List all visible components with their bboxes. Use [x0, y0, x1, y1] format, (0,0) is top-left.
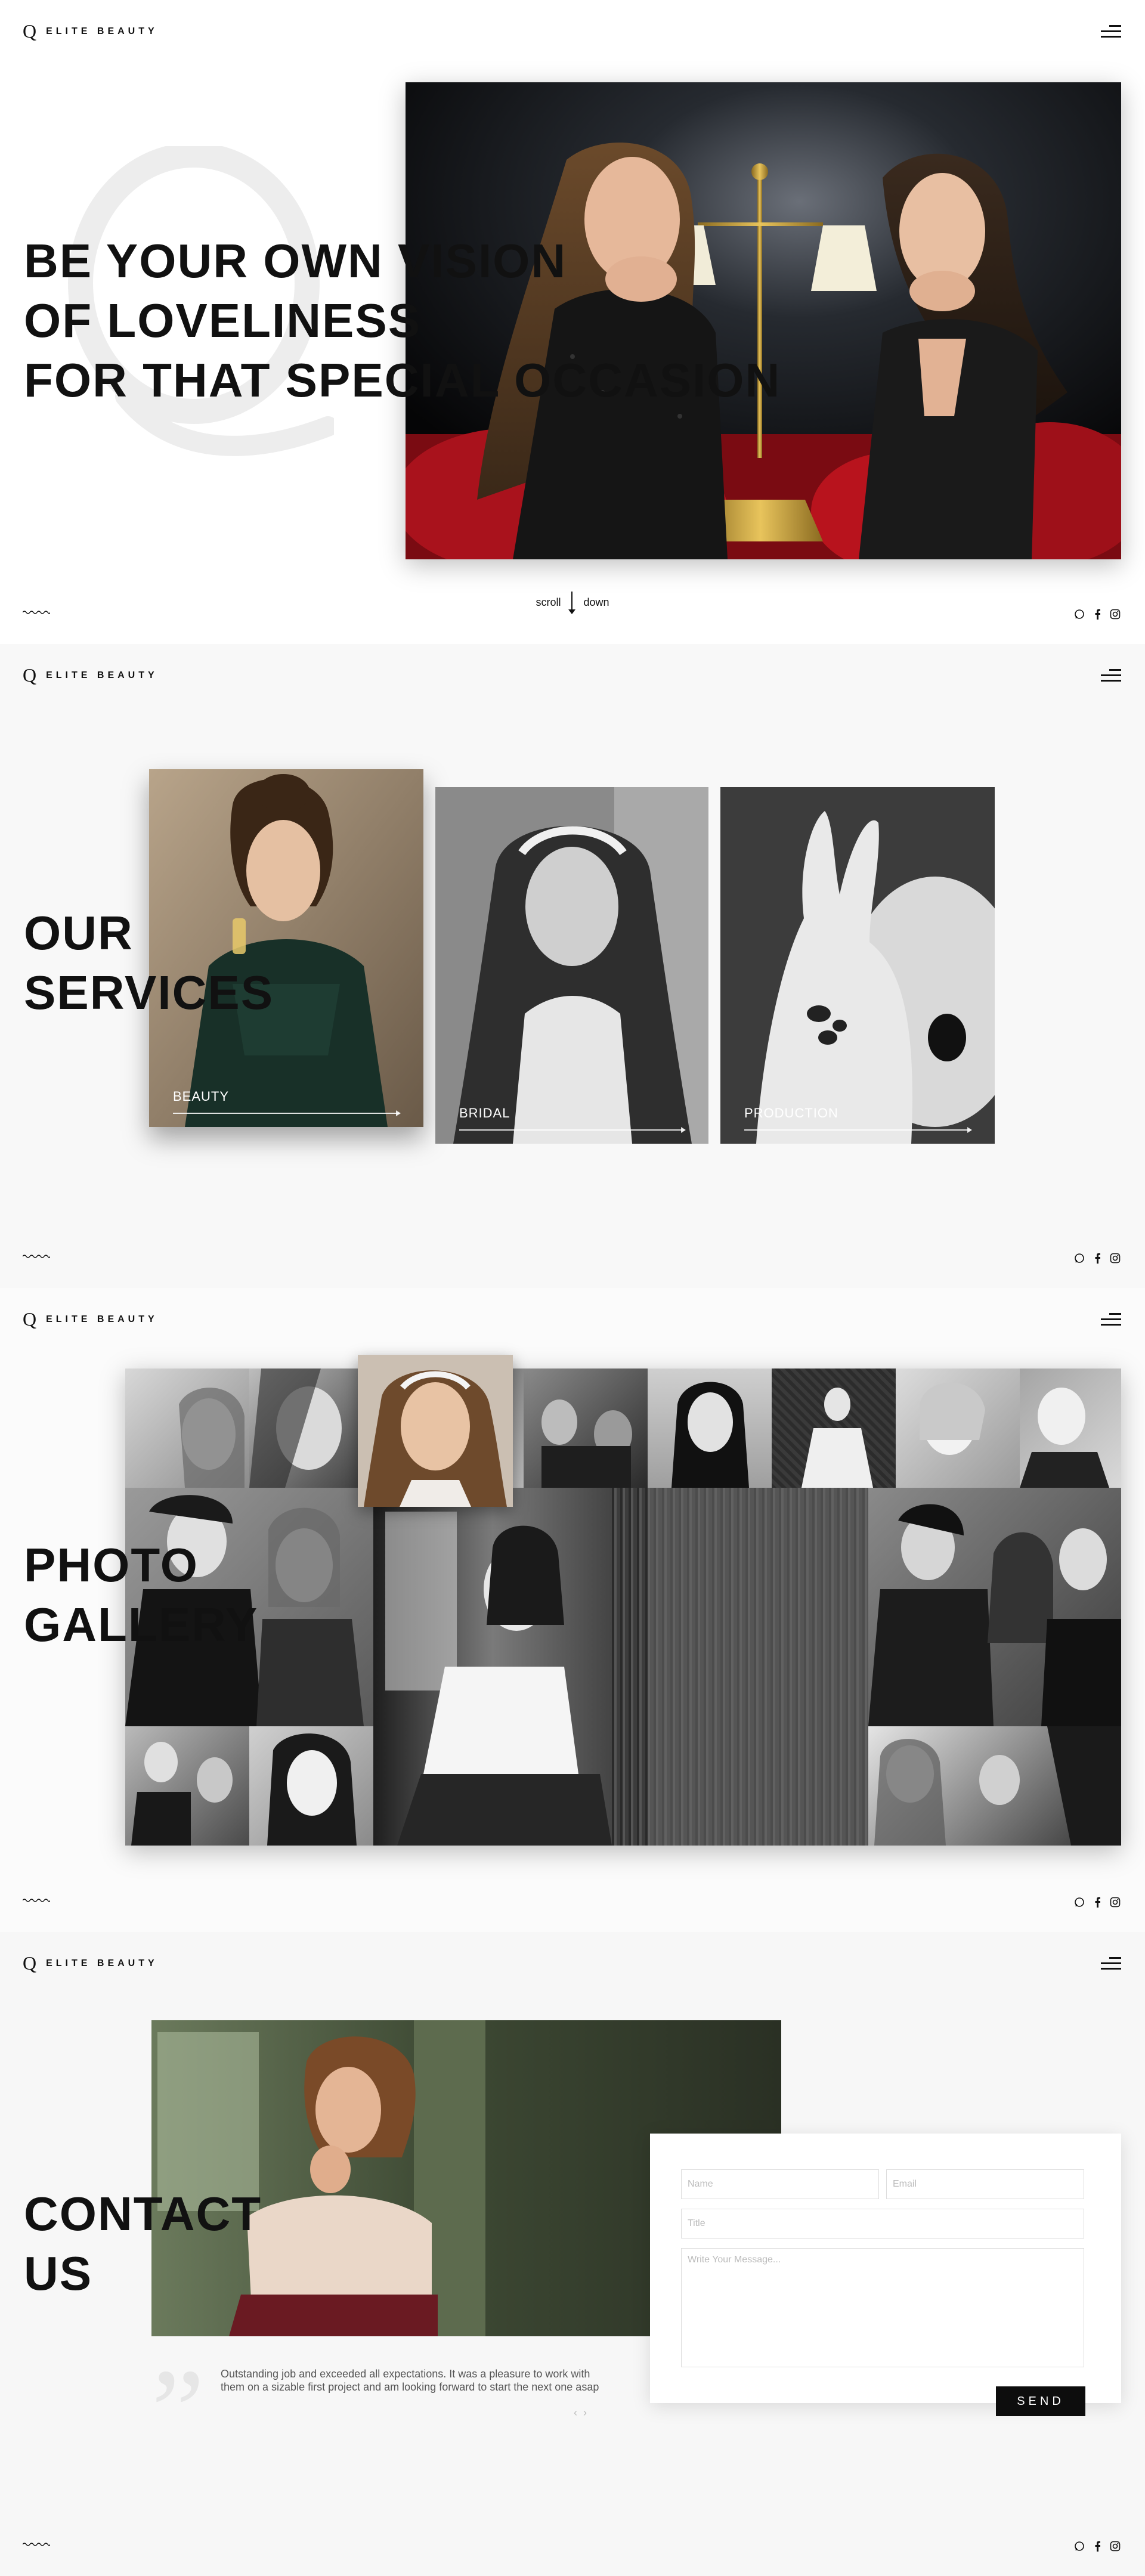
whatsapp-icon[interactable]: [1073, 1252, 1085, 1264]
gallery-featured-photo[interactable]: [358, 1355, 513, 1507]
gallery-photo[interactable]: [125, 1368, 249, 1488]
services-title-line: OUR: [24, 906, 134, 959]
title-field[interactable]: [681, 2209, 1084, 2238]
brand-name: ELITE BEAUTY: [46, 1958, 158, 1968]
hero-title-line: OF LOVELINESS: [24, 294, 422, 347]
contact-title: CONTACT US: [24, 2184, 262, 2303]
logo-letter: Q: [23, 1308, 37, 1330]
gallery-photo[interactable]: [249, 1368, 369, 1488]
arrow-right-icon: [173, 1110, 401, 1116]
contact-title-line: US: [24, 2247, 93, 2300]
gallery-photo[interactable]: [648, 1368, 772, 1488]
prev-icon[interactable]: ‹: [574, 2407, 577, 2419]
down-label: down: [583, 596, 609, 608]
social-links: [1073, 1896, 1121, 1908]
site-header: Q ELITE BEAUTY: [0, 1932, 1145, 1998]
wave-icon: [23, 1255, 50, 1258]
service-label: BEAUTY: [173, 1089, 230, 1104]
site-header: Q ELITE BEAUTY: [0, 644, 1145, 710]
gallery-photo[interactable]: [612, 1488, 868, 1846]
facebook-icon[interactable]: [1091, 1896, 1103, 1908]
service-card-production[interactable]: PRODUCTION: [720, 787, 995, 1144]
instagram-icon[interactable]: [1109, 1896, 1121, 1908]
scroll-indicator[interactable]: scroll down: [0, 592, 1145, 614]
brand-name: ELITE BEAUTY: [46, 1314, 158, 1324]
menu-button[interactable]: [1101, 669, 1121, 682]
menu-button[interactable]: [1101, 1957, 1121, 1970]
testimonial-text: Outstanding job and exceeded all expecta…: [221, 2368, 599, 2393]
brand-name: ELITE BEAUTY: [46, 26, 158, 36]
service-label: PRODUCTION: [744, 1106, 838, 1120]
social-links: [1073, 2540, 1121, 2552]
gallery-photo[interactable]: [125, 1726, 249, 1846]
service-label: BRIDAL: [459, 1106, 510, 1120]
send-button[interactable]: SEND: [996, 2386, 1085, 2416]
brand-logo[interactable]: Q ELITE BEAUTY: [23, 20, 158, 42]
contact-title-line: CONTACT: [24, 2187, 262, 2240]
scroll-label: scroll: [536, 596, 561, 608]
facebook-icon[interactable]: [1091, 1252, 1103, 1264]
arrow-right-icon: [744, 1127, 972, 1133]
brand-logo[interactable]: Q ELITE BEAUTY: [23, 664, 158, 686]
brand-logo[interactable]: Q ELITE BEAUTY: [23, 1952, 158, 1974]
gallery-photo[interactable]: [896, 1368, 1020, 1488]
logo-letter: Q: [23, 20, 37, 42]
arrow-down-icon: [568, 592, 576, 614]
logo-letter: Q: [23, 664, 37, 686]
whatsapp-icon[interactable]: [1073, 1896, 1085, 1908]
whatsapp-icon[interactable]: [1073, 2540, 1085, 2552]
message-field[interactable]: [681, 2248, 1084, 2367]
gallery-photo[interactable]: [868, 1488, 1121, 1726]
contact-form: SEND: [650, 2134, 1121, 2416]
wave-icon: [23, 1899, 50, 1902]
wave-icon: [23, 611, 50, 614]
hero-title-line: FOR THAT SPECIAL OCCASION: [24, 354, 781, 407]
name-field[interactable]: [681, 2169, 879, 2199]
brand-name: ELITE BEAUTY: [46, 670, 158, 680]
site-header: Q ELITE BEAUTY: [0, 1288, 1145, 1354]
logo-letter: Q: [23, 1952, 37, 1974]
testimonial-pager: ‹ ›: [574, 2407, 587, 2419]
email-field[interactable]: [886, 2169, 1084, 2199]
hero-section: Q ELITE BEAUTY BE YOUR OWN VISION OF LOV…: [0, 0, 1145, 644]
wave-icon: [23, 2543, 50, 2546]
photo-grid: [125, 1368, 1121, 1846]
gallery-photo[interactable]: [1020, 1368, 1121, 1488]
gallery-title-line: PHOTO: [24, 1538, 199, 1592]
next-icon[interactable]: ›: [583, 2407, 587, 2419]
quote-icon: ”: [151, 2352, 205, 2423]
instagram-icon[interactable]: [1109, 608, 1121, 620]
hero-title-line: BE YOUR OWN VISION: [24, 234, 567, 287]
social-links: [1073, 608, 1121, 620]
whatsapp-icon[interactable]: [1073, 608, 1085, 620]
gallery-photo[interactable]: [524, 1368, 648, 1488]
services-section: Q ELITE BEAUTY BEAUTY BRIDAL PRODUCTION …: [0, 644, 1145, 1288]
arrow-right-icon: [459, 1127, 686, 1133]
gallery-photo[interactable]: [249, 1726, 373, 1846]
gallery-title-line: GALLERY: [24, 1598, 259, 1651]
gallery-photo[interactable]: [772, 1368, 896, 1488]
social-links: [1073, 1252, 1121, 1264]
menu-button[interactable]: [1101, 1313, 1121, 1326]
service-card-bridal[interactable]: BRIDAL: [435, 787, 708, 1144]
gallery-photo[interactable]: [868, 1726, 1121, 1846]
gallery-title: PHOTO GALLERY: [24, 1535, 258, 1655]
contact-section: Q ELITE BEAUTY CONTACT US Name Email Tit…: [0, 1932, 1145, 2576]
site-header: Q ELITE BEAUTY: [0, 0, 1145, 66]
gallery-section: Q ELITE BEAUTY PHOTO GALLERY: [0, 1288, 1145, 1932]
instagram-icon[interactable]: [1109, 2540, 1121, 2552]
services-title-line: SERVICES: [24, 966, 274, 1019]
facebook-icon[interactable]: [1091, 608, 1103, 620]
services-title: OUR SERVICES: [24, 903, 274, 1023]
brand-logo[interactable]: Q ELITE BEAUTY: [23, 1308, 158, 1330]
menu-button[interactable]: [1101, 25, 1121, 38]
gallery-photo[interactable]: [373, 1488, 612, 1846]
facebook-icon[interactable]: [1091, 2540, 1103, 2552]
hero-title: BE YOUR OWN VISION OF LOVELINESS FOR THA…: [24, 231, 781, 410]
instagram-icon[interactable]: [1109, 1252, 1121, 1264]
